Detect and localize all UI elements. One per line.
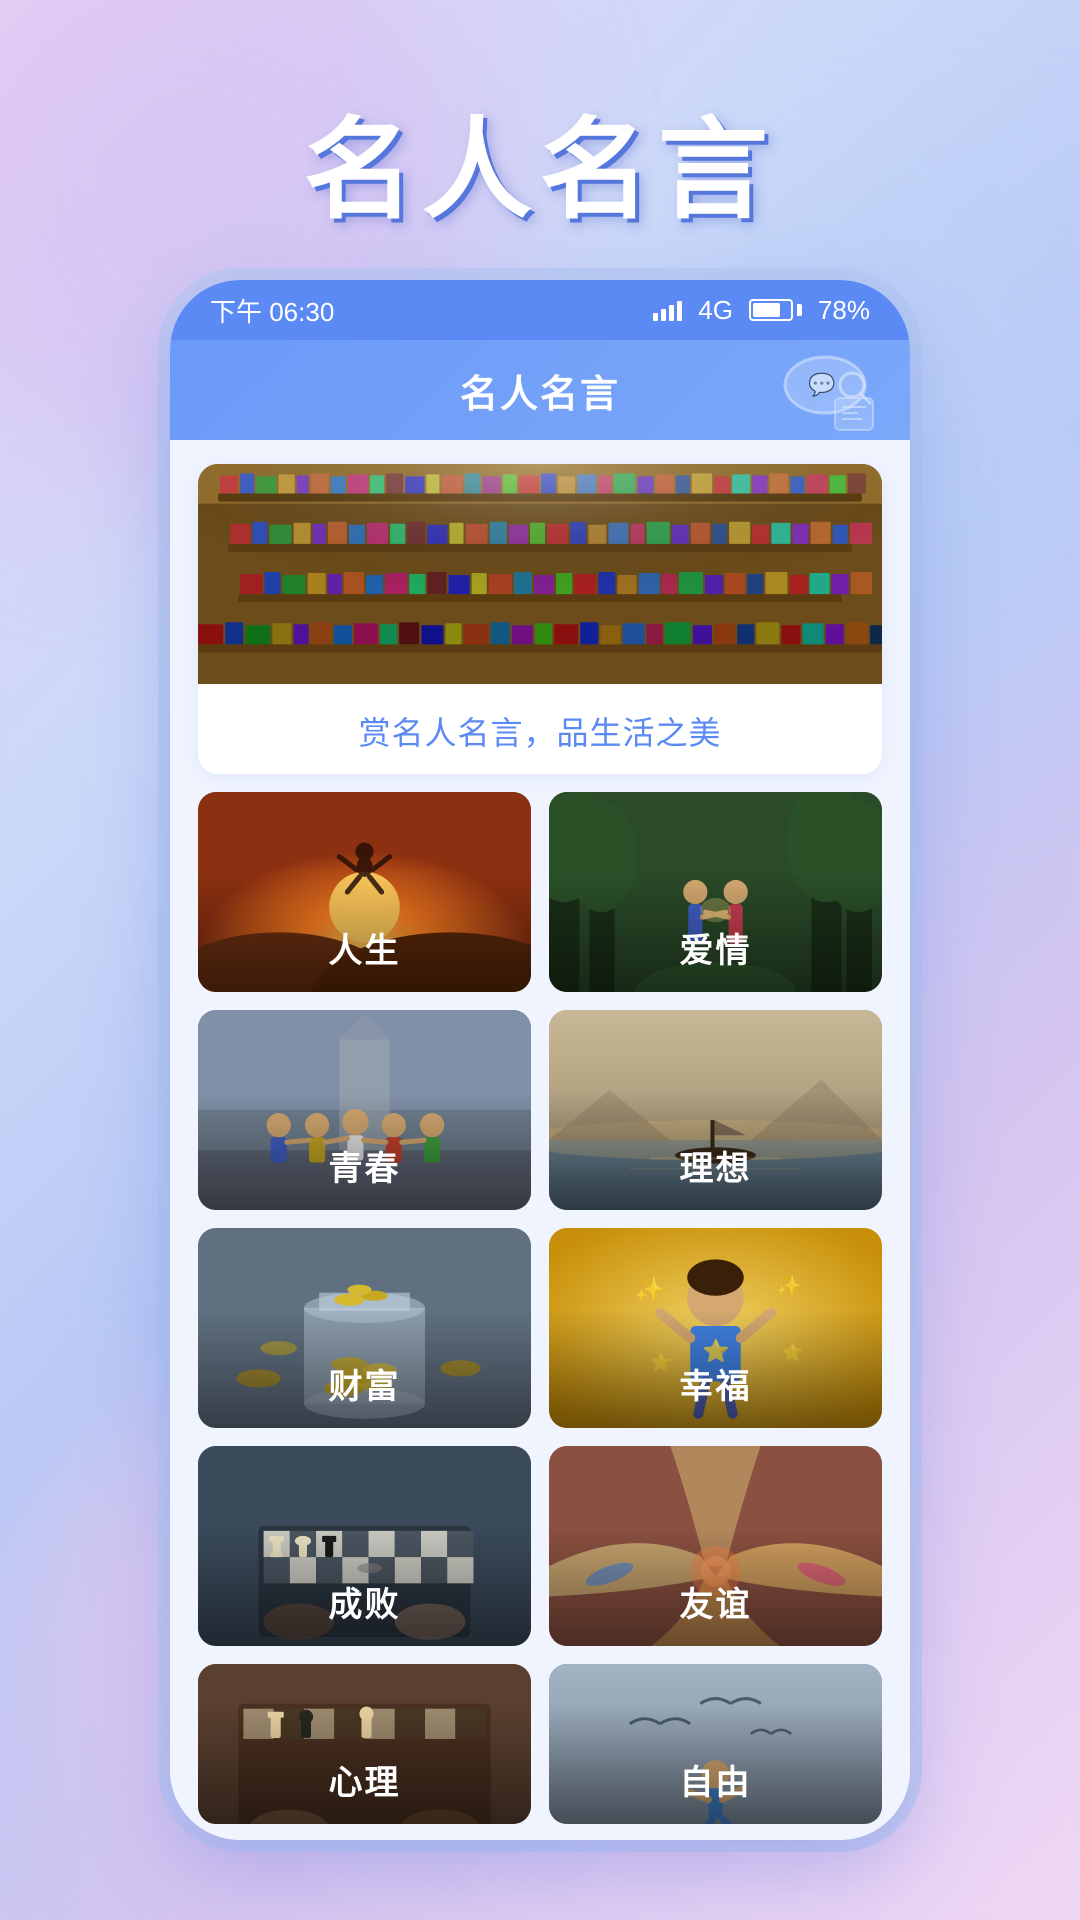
- status-bar: 下午 06:30 4G 78%: [170, 280, 910, 340]
- phone-frame: 下午 06:30 4G 78% 名人名言: [170, 280, 910, 1840]
- category-item-friendship[interactable]: 友谊: [549, 1446, 882, 1646]
- header-decoration-icon: 💬: [770, 350, 880, 453]
- content-area: 赏名人名言，品生活之美: [170, 440, 910, 1840]
- main-title: 名人名言: [304, 80, 776, 240]
- category-item-youth[interactable]: 青春: [198, 1010, 531, 1210]
- status-right: 4G 78%: [653, 295, 870, 326]
- category-label-freedom: 自由: [549, 1705, 882, 1824]
- banner-card[interactable]: 赏名人名言，品生活之美: [198, 464, 882, 774]
- category-label-wealth: 财富: [198, 1309, 531, 1428]
- svg-text:💬: 💬: [808, 372, 835, 397]
- app-header-title: 名人名言: [460, 363, 620, 418]
- category-label-happiness: 幸福: [549, 1309, 882, 1428]
- banner-image: [198, 464, 882, 684]
- category-item-happiness[interactable]: ⭐ ✨ ✨ ⭐ ⭐ 幸福: [549, 1228, 882, 1428]
- app-header: 名人名言 💬: [170, 340, 910, 440]
- category-label-love: 爱情: [549, 873, 882, 992]
- network-type: 4G: [698, 295, 733, 326]
- category-label-life: 人生: [198, 873, 531, 992]
- category-label-psychology: 心理: [198, 1705, 531, 1824]
- svg-text:✨: ✨: [635, 1276, 665, 1304]
- category-item-love[interactable]: 爱情: [549, 792, 882, 992]
- category-item-psychology[interactable]: 心理: [198, 1664, 531, 1824]
- category-label-success: 成败: [198, 1527, 531, 1646]
- category-grid: 人生: [170, 792, 910, 1824]
- category-label-youth: 青春: [198, 1091, 531, 1210]
- category-item-freedom[interactable]: 自由: [549, 1664, 882, 1824]
- category-item-ideal[interactable]: 理想: [549, 1010, 882, 1210]
- banner-subtitle: 赏名人名言，品生活之美: [198, 684, 882, 774]
- status-time: 下午 06:30: [210, 292, 334, 329]
- battery-percent: 78%: [818, 295, 870, 326]
- category-label-friendship: 友谊: [549, 1527, 882, 1646]
- category-item-success[interactable]: 成败: [198, 1446, 531, 1646]
- category-item-wealth[interactable]: 财富: [198, 1228, 531, 1428]
- battery-icon: [749, 299, 802, 321]
- signal-icon: [653, 299, 682, 321]
- category-label-ideal: 理想: [549, 1091, 882, 1210]
- category-item-life[interactable]: 人生: [198, 792, 531, 992]
- svg-text:✨: ✨: [776, 1275, 801, 1298]
